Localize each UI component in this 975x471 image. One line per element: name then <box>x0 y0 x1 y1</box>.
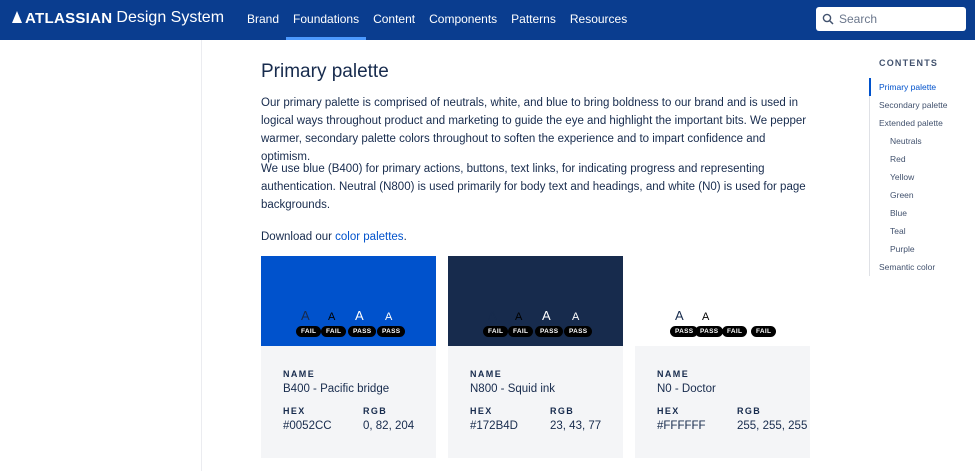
toc-semantic-color[interactable]: Semantic color <box>879 262 935 272</box>
nav-resources[interactable]: Resources <box>563 0 634 40</box>
contrast-sample-letter: A <box>572 311 580 323</box>
nav-patterns[interactable]: Patterns <box>504 0 563 40</box>
rgb-value: 0, 82, 204 <box>363 420 415 432</box>
toc-purple[interactable]: Purple <box>890 244 915 254</box>
contrast-sample-letter: A <box>515 311 523 323</box>
contrast-sample-letter: A <box>301 308 310 323</box>
top-navigation-bar: ATLASSIAN Design System Brand Foundation… <box>0 0 975 40</box>
search-icon <box>822 13 834 25</box>
contrast-badge: FAIL <box>722 326 748 337</box>
toc-title: CONTENTS <box>879 58 939 68</box>
color-cards: A A A A FAIL FAIL PASS PASS NAME B400 - Pacific b… <box>261 256 811 471</box>
color-info: NAME B400 - Pacific bridge HEX #0052CC RGB 0,… <box>261 346 436 458</box>
color-info: NAME N0 - Doctor HEX #FFFFFF RGB 255, 255, 25… <box>635 346 810 458</box>
contrast-badge: FAIL <box>751 326 777 337</box>
search-box[interactable] <box>816 7 966 31</box>
color-card-n0: A A A A PASS PASS FAIL FAIL NAME N0 - Doctor HEX #F… <box>635 256 810 458</box>
contrast-badge: PASS <box>695 326 724 337</box>
hex-label: HEX <box>657 406 680 416</box>
contrast-letters: AAAA <box>448 308 623 328</box>
toc-neutrals[interactable]: Neutrals <box>890 136 922 146</box>
color-card-n800: A A A A FAIL FAIL PASS PASS NAME N800 - Squid ink… <box>448 256 623 458</box>
rgb-label: RGB <box>550 406 575 416</box>
toc-secondary-palette[interactable]: Secondary palette <box>879 100 948 110</box>
contrast-badge: FAIL <box>508 326 534 337</box>
contrast-badge: PASS <box>535 326 564 337</box>
contrast-badges: PASS PASS FAIL FAIL <box>635 326 810 338</box>
name-label: NAME <box>470 369 503 379</box>
contrast-badge: PASS <box>348 326 377 337</box>
contrast-badge: FAIL <box>321 326 347 337</box>
rgb-value: 23, 43, 77 <box>550 420 602 432</box>
contrast-badge: FAIL <box>483 326 509 337</box>
contrast-sample-letter: A <box>328 311 336 323</box>
hex-value: #0052CC <box>283 420 332 432</box>
color-palettes-link[interactable]: color palettes <box>335 231 403 243</box>
hex-value: #FFFFFF <box>657 420 706 432</box>
logo-wordmark: ATLASSIAN <box>25 9 113 27</box>
sidebar-divider <box>201 40 202 471</box>
color-name: B400 - Pacific bridge <box>283 383 390 395</box>
contrast-badge: PASS <box>377 326 406 337</box>
nav-brand[interactable]: Brand <box>240 0 286 40</box>
contrast-sample-letter: A <box>675 308 684 323</box>
color-swatch: A A A A FAIL FAIL PASS PASS <box>448 256 623 346</box>
rgb-label: RGB <box>363 406 388 416</box>
toc-primary-palette[interactable]: Primary palette <box>879 82 936 92</box>
hex-label: HEX <box>283 406 306 416</box>
color-info: NAME N800 - Squid ink HEX #172B4D RGB 23, 43,… <box>448 346 623 458</box>
contrast-badges: FAIL FAIL PASS PASS <box>448 326 623 338</box>
toc-blue[interactable]: Blue <box>890 208 907 218</box>
primary-nav: Brand Foundations Content Components Pat… <box>240 0 634 40</box>
usage-paragraph: We use blue (B400) for primary actions, … <box>261 163 806 211</box>
contrast-sample-letter: A <box>355 308 364 323</box>
name-label: NAME <box>283 369 316 379</box>
toc-green[interactable]: Green <box>890 190 914 200</box>
hex-value: #172B4D <box>470 420 518 432</box>
toc-active-indicator <box>869 78 871 96</box>
toc-extended-palette[interactable]: Extended palette <box>879 118 943 128</box>
atlassian-logo-icon <box>12 11 22 23</box>
page: ATLASSIAN Design System Brand Foundation… <box>0 0 975 471</box>
color-name: N0 - Doctor <box>657 383 716 395</box>
download-suffix: . <box>403 231 407 243</box>
search-input[interactable] <box>839 12 957 26</box>
name-label: NAME <box>657 369 690 379</box>
toc-yellow[interactable]: Yellow <box>890 172 914 182</box>
contrast-letters: AAAA <box>261 308 436 328</box>
color-card-b400: A A A A FAIL FAIL PASS PASS NAME B400 - Pacific b… <box>261 256 436 458</box>
nav-foundations[interactable]: Foundations <box>286 0 367 40</box>
contrast-badges: FAIL FAIL PASS PASS <box>261 326 436 338</box>
atlassian-design-system-logo[interactable]: ATLASSIAN Design System <box>12 9 224 27</box>
hex-label: HEX <box>470 406 493 416</box>
rgb-label: RGB <box>737 406 762 416</box>
contrast-sample-letter: A <box>729 308 738 323</box>
download-line: Download our color palettes. <box>261 228 407 246</box>
color-swatch: A A A A PASS PASS FAIL FAIL <box>635 256 810 346</box>
download-prefix: Download our <box>261 231 336 243</box>
contrast-letters: AAAA <box>635 308 810 328</box>
toc-rail <box>869 80 870 276</box>
toc-red[interactable]: Red <box>890 154 906 164</box>
color-name: N800 - Squid ink <box>470 383 556 395</box>
contrast-badge: FAIL <box>296 326 322 337</box>
nav-content[interactable]: Content <box>366 0 422 40</box>
logo-subtitle: Design System <box>116 9 225 26</box>
contrast-sample-letter: A <box>488 308 497 323</box>
rgb-value: 255, 255, 255 <box>737 420 808 432</box>
color-swatch: A A A A FAIL FAIL PASS PASS <box>261 256 436 346</box>
page-title: Primary palette <box>261 61 389 82</box>
contrast-sample-letter: A <box>759 311 767 323</box>
contrast-sample-letter: A <box>702 311 710 323</box>
contrast-sample-letter: A <box>542 308 551 323</box>
toc-teal[interactable]: Teal <box>890 226 906 236</box>
nav-components[interactable]: Components <box>422 0 504 40</box>
contrast-badge: PASS <box>564 326 593 337</box>
contrast-sample-letter: A <box>385 311 393 323</box>
intro-paragraph: Our primary palette is comprised of neut… <box>261 97 807 163</box>
